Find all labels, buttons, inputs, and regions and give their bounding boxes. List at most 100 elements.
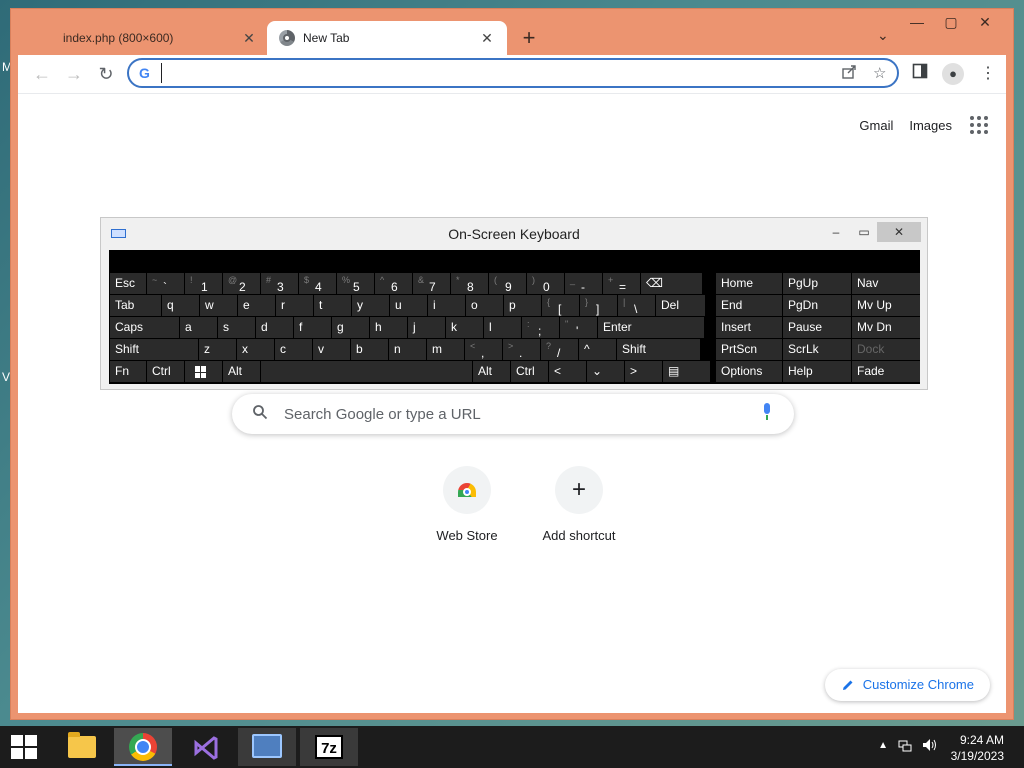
osk-key[interactable]: p (504, 295, 541, 316)
osk-key[interactable]: j (408, 317, 445, 338)
osk-nav-key[interactable]: Options (716, 361, 782, 382)
taskbar-7zip[interactable]: 7z (300, 728, 358, 766)
network-icon[interactable] (898, 739, 912, 756)
shortcut-web-store[interactable]: Web Store (412, 466, 522, 543)
osk-key[interactable]: _ - (565, 273, 602, 294)
tab-index-php[interactable]: index.php (800×600) ✕ (51, 21, 269, 55)
osk-key[interactable]: m (427, 339, 464, 360)
customize-chrome-button[interactable]: Customize Chrome (824, 669, 990, 701)
osk-key[interactable]: $4 (299, 273, 336, 294)
osk-key[interactable]: >. (503, 339, 540, 360)
shortcut-add[interactable]: + Add shortcut (524, 466, 634, 543)
osk-nav-key[interactable]: Insert (716, 317, 782, 338)
taskbar-visual-studio[interactable] (176, 728, 234, 766)
osk-key[interactable]: u (390, 295, 427, 316)
osk-key[interactable]: v (313, 339, 350, 360)
osk-key[interactable]: z (199, 339, 236, 360)
osk-key[interactable]: ⌫ (641, 273, 702, 294)
osk-key[interactable]: k (446, 317, 483, 338)
address-input[interactable] (161, 63, 821, 83)
osk-nav-key[interactable]: Fade (852, 361, 920, 382)
osk-key[interactable]: Ctrl (147, 361, 184, 382)
osk-nav-key[interactable]: Help (783, 361, 851, 382)
osk-key[interactable]: #3 (261, 273, 298, 294)
forward-button[interactable]: → (62, 62, 86, 86)
bookmark-star-icon[interactable]: ☆ (873, 64, 886, 82)
osk-nav-key[interactable]: PrtScn (716, 339, 782, 360)
osk-key[interactable]: < (549, 361, 586, 382)
osk-key[interactable]: > (625, 361, 662, 382)
osk-key[interactable]: | \ (618, 295, 655, 316)
maximize-button[interactable]: ▢ (935, 11, 967, 35)
osk-key[interactable]: Caps (110, 317, 179, 338)
osk-key[interactable]: q (162, 295, 199, 316)
gmail-link[interactable]: Gmail (859, 118, 893, 133)
osk-key[interactable]: Alt (473, 361, 510, 382)
apps-grid-icon[interactable] (968, 114, 990, 136)
osk-key[interactable]: l (484, 317, 521, 338)
osk-key[interactable]: ⌄ (587, 361, 624, 382)
images-link[interactable]: Images (909, 118, 952, 133)
taskbar-file-explorer[interactable] (52, 728, 110, 766)
osk-key[interactable]: g (332, 317, 369, 338)
osk-nav-key[interactable]: Mv Up (852, 295, 920, 316)
osk-key[interactable]: Esc (110, 273, 146, 294)
clock[interactable]: 9:24 AM 3/19/2023 (951, 732, 1004, 764)
osk-key[interactable]: c (275, 339, 312, 360)
close-icon[interactable]: ✕ (479, 30, 495, 47)
ntp-search-box[interactable]: Search Google or type a URL (232, 394, 794, 434)
osk-key[interactable]: f (294, 317, 331, 338)
osk-key[interactable]: % 5 (337, 273, 374, 294)
volume-icon[interactable] (922, 738, 938, 755)
reload-button[interactable]: ↻ (94, 62, 118, 86)
new-tab-button[interactable]: + (517, 27, 541, 51)
osk-key[interactable]: x (237, 339, 274, 360)
osk-key[interactable]: }] (580, 295, 617, 316)
kebab-menu-icon[interactable]: ⋮ (980, 63, 996, 83)
osk-nav-key[interactable]: Dock (852, 339, 920, 360)
osk-key[interactable]: ▤ (663, 361, 710, 382)
start-button[interactable] (0, 726, 48, 768)
taskbar-on-screen-keyboard[interactable] (238, 728, 296, 766)
address-bar[interactable]: G ☆ (127, 58, 899, 88)
osk-key[interactable]: ? / (541, 339, 578, 360)
osk-key[interactable]: Tab (110, 295, 161, 316)
osk-nav-key[interactable]: Mv Dn (852, 317, 920, 338)
osk-nav-key[interactable]: Home (716, 273, 782, 294)
osk-key[interactable]: d (256, 317, 293, 338)
osk-key[interactable]: Ctrl (511, 361, 548, 382)
osk-key[interactable]: t (314, 295, 351, 316)
osk-key[interactable]: <, (465, 339, 502, 360)
side-panel-icon[interactable] (912, 63, 928, 84)
osk-key[interactable]: Del (656, 295, 705, 316)
taskbar-chrome[interactable] (114, 728, 172, 766)
profile-avatar-icon[interactable]: ● (942, 63, 964, 85)
show-hidden-icons-icon[interactable]: ▲ (878, 740, 888, 751)
osk-key[interactable]: i (428, 295, 465, 316)
osk-key[interactable]: r (276, 295, 313, 316)
osk-key[interactable]: n (389, 339, 426, 360)
osk-close-button[interactable]: ✕ (877, 222, 921, 242)
osk-key[interactable]: + = (603, 273, 640, 294)
osk-key[interactable]: ~ ` (147, 273, 184, 294)
osk-key-space[interactable] (261, 361, 472, 382)
osk-key[interactable]: & 7 (413, 273, 450, 294)
osk-key[interactable]: y (352, 295, 389, 316)
osk-nav-key[interactable]: ScrLk (783, 339, 851, 360)
minimize-button[interactable]: — (901, 11, 933, 35)
osk-key[interactable]: (9 (489, 273, 526, 294)
osk-key[interactable]: ^ 6 (375, 273, 412, 294)
osk-key[interactable]: @2 (223, 273, 260, 294)
osk-key[interactable]: s (218, 317, 255, 338)
osk-key[interactable]: {[ (542, 295, 579, 316)
tab-search-button[interactable]: ⌄ (877, 27, 889, 44)
osk-key-windows[interactable] (185, 361, 222, 382)
osk-nav-key[interactable]: PgDn (783, 295, 851, 316)
osk-key[interactable]: ! 1 (185, 273, 222, 294)
osk-key[interactable]: ^ (579, 339, 616, 360)
osk-key[interactable]: " ' (560, 317, 597, 338)
osk-key[interactable]: * 8 (451, 273, 488, 294)
osk-key[interactable]: w (200, 295, 237, 316)
osk-nav-key[interactable]: Pause (783, 317, 851, 338)
tab-new-tab[interactable]: New Tab ✕ (267, 21, 507, 55)
